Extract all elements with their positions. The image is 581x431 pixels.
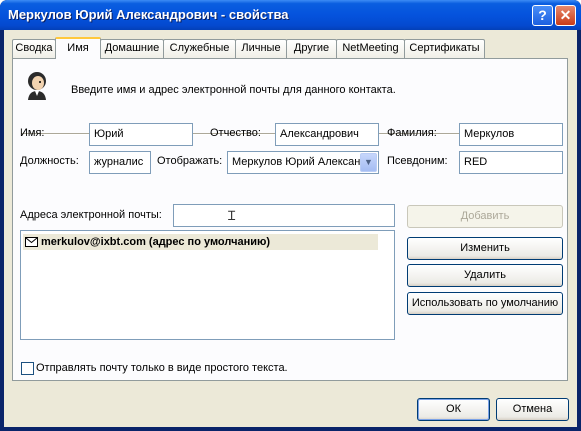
tab-business[interactable]: Служебные (163, 39, 236, 58)
plain-text-checkbox[interactable] (21, 362, 34, 375)
set-default-button[interactable]: Использовать по умолчанию (407, 292, 563, 315)
dialog-body: Сводка Имя Домашние Служебные Личные Дру… (4, 30, 577, 427)
middle-name-label: Отчество: (210, 127, 261, 139)
person-icon (28, 72, 46, 100)
email-input[interactable] (173, 204, 395, 227)
display-combobox[interactable]: Меркулов Юрий Алексан ▼ (227, 151, 379, 174)
mail-icon (25, 237, 38, 247)
tab-certificates[interactable]: Сертификаты (404, 39, 485, 58)
intro-text: Введите имя и адрес электронной почты дл… (71, 84, 396, 96)
ok-button[interactable]: ОК (417, 398, 490, 421)
email-entry-text: merkulov@ixbt.com (адрес по умолчанию) (41, 236, 271, 248)
properties-window: Меркулов Юрий Александрович - свойства ?… (0, 0, 581, 431)
nickname-field[interactable]: RED (459, 151, 563, 174)
email-list[interactable]: merkulov@ixbt.com (адрес по умолчанию) (20, 230, 395, 340)
tab-other[interactable]: Другие (286, 39, 337, 58)
window-title: Меркулов Юрий Александрович - свойства (8, 7, 289, 22)
display-value: Меркулов Юрий Алексан (232, 156, 361, 168)
middle-name-field[interactable]: Александрович (275, 123, 379, 146)
chevron-down-icon[interactable]: ▼ (360, 153, 377, 172)
cancel-button[interactable]: Отмена (496, 398, 569, 421)
tab-summary[interactable]: Сводка (12, 39, 56, 58)
add-button[interactable]: Добавить (407, 205, 563, 228)
plain-text-label: Отправлять почту только в виде простого … (36, 362, 288, 374)
job-title-field[interactable]: журналис (89, 151, 151, 174)
tab-home[interactable]: Домашние (100, 39, 164, 58)
tab-name[interactable]: Имя (55, 37, 101, 59)
tab-personal[interactable]: Личные (235, 39, 287, 58)
first-name-field[interactable]: Юрий (89, 123, 193, 146)
last-name-field[interactable]: Меркулов (459, 123, 563, 146)
title-bar[interactable]: Меркулов Юрий Александрович - свойства ?… (0, 0, 581, 30)
help-button[interactable]: ? (532, 5, 553, 26)
display-label: Отображать: (157, 155, 223, 167)
list-item[interactable]: merkulov@ixbt.com (адрес по умолчанию) (23, 234, 378, 250)
job-title-label: Должность: (20, 155, 79, 167)
delete-button[interactable]: Удалить (407, 264, 563, 287)
last-name-label: Фамилия: (387, 127, 437, 139)
first-name-label: Имя: (20, 127, 45, 139)
email-label: Адреса электронной почты: (20, 209, 162, 221)
edit-button[interactable]: Изменить (407, 237, 563, 260)
name-tab-panel: Введите имя и адрес электронной почты дл… (12, 58, 568, 381)
tab-netmeeting[interactable]: NetMeeting (336, 39, 405, 58)
close-button[interactable]: ✕ (555, 5, 576, 26)
text-cursor-icon: Ɪ (228, 208, 236, 223)
nickname-label: Псевдоним: (387, 155, 448, 167)
